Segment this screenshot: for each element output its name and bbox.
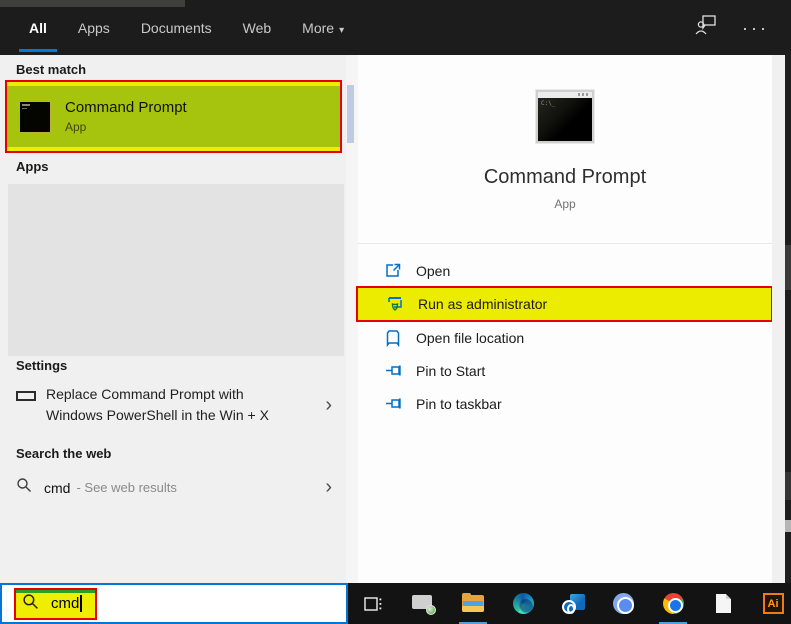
chevron-right-icon: ›: [325, 395, 332, 416]
chrome-icon: [663, 593, 684, 614]
tab-web[interactable]: Web: [241, 16, 274, 40]
feedback-user-icon[interactable]: [694, 13, 718, 42]
best-match-result-command-prompt[interactable]: Command Prompt App: [5, 80, 342, 153]
preview-app-title: Command Prompt: [358, 166, 772, 189]
tab-documents[interactable]: Documents: [139, 16, 214, 40]
filter-tabs: All Apps Documents Web More▾: [27, 0, 346, 55]
tab-more[interactable]: More▾: [300, 16, 346, 40]
pin-icon: [384, 395, 402, 413]
action-open[interactable]: Open: [358, 256, 772, 286]
command-prompt-large-icon: C:\_: [536, 90, 594, 143]
chromium-icon: [613, 593, 634, 614]
preview-app-type: App: [358, 197, 772, 211]
taskbar-search-box[interactable]: cmd: [0, 583, 348, 624]
right-scrollbar-track: [772, 55, 785, 583]
illustrator-button[interactable]: Ai: [761, 583, 785, 624]
best-match-header: Best match: [16, 62, 86, 77]
web-hint-text: - See web results: [76, 480, 176, 495]
caret-down-icon: ▾: [339, 25, 344, 36]
edge-button[interactable]: [511, 583, 535, 624]
options-ellipsis-icon[interactable]: ···: [742, 23, 769, 33]
divider: [358, 243, 772, 244]
apps-results-placeholder: [8, 184, 344, 356]
command-prompt-icon: [19, 101, 51, 133]
notepad-button[interactable]: [711, 583, 735, 624]
outlook-button[interactable]: [561, 583, 585, 624]
open-launch-icon: [384, 262, 402, 280]
windows-search-flyout: All Apps Documents Web More▾ ··· Best ma…: [0, 0, 791, 624]
edge-icon: [513, 593, 534, 614]
file-location-icon: [384, 329, 402, 347]
preview-panel: C:\_ Command Prompt App Open Run a: [358, 55, 772, 583]
task-view-button[interactable]: [361, 583, 385, 624]
search-filter-bar: All Apps Documents Web More▾ ···: [0, 0, 791, 55]
tab-all[interactable]: All: [27, 16, 49, 40]
tab-apps[interactable]: Apps: [76, 16, 112, 40]
notepad-icon: [716, 594, 731, 613]
action-open-file-location[interactable]: Open file location: [358, 323, 772, 353]
web-query-text: cmd: [44, 480, 70, 496]
file-explorer-icon: [462, 595, 484, 612]
outlook-icon: [562, 594, 585, 614]
search-icon: [22, 593, 39, 615]
chromium-button[interactable]: [611, 583, 635, 624]
illustrator-icon: Ai: [763, 593, 784, 614]
settings-result-text: Replace Command Prompt with Windows Powe…: [46, 384, 269, 426]
action-pin-to-start[interactable]: Pin to Start: [358, 356, 772, 386]
desktop-edge-detail: [785, 472, 791, 500]
chevron-right-icon: ›: [325, 477, 332, 498]
result-type: App: [65, 120, 187, 134]
admin-shield-icon: [386, 295, 404, 313]
desktop-edge-detail: [785, 520, 791, 532]
remote-desktop-icon: [412, 595, 434, 613]
action-run-as-administrator[interactable]: Run as administrator: [356, 286, 773, 322]
chrome-button[interactable]: [661, 583, 685, 624]
result-title: Command Prompt: [65, 99, 187, 116]
file-explorer-button[interactable]: [461, 583, 485, 624]
action-pin-to-taskbar[interactable]: Pin to taskbar: [358, 389, 772, 419]
search-icon: [16, 477, 32, 498]
taskbar: Ai: [348, 583, 791, 624]
left-scrollbar-thumb[interactable]: [347, 85, 354, 143]
search-input-value[interactable]: cmd: [51, 595, 79, 612]
settings-result-replace-cmd[interactable]: Replace Command Prompt with Windows Powe…: [0, 384, 346, 426]
apps-header: Apps: [16, 159, 49, 174]
settings-panel-icon: [16, 391, 36, 401]
pin-icon: [384, 362, 402, 380]
desktop-edge-detail: [785, 245, 791, 290]
settings-header: Settings: [16, 358, 67, 373]
remote-desktop-button[interactable]: [411, 583, 435, 624]
search-web-header: Search the web: [16, 446, 111, 461]
text-cursor: [80, 595, 82, 612]
web-result-cmd[interactable]: cmd - See web results ›: [0, 477, 346, 498]
